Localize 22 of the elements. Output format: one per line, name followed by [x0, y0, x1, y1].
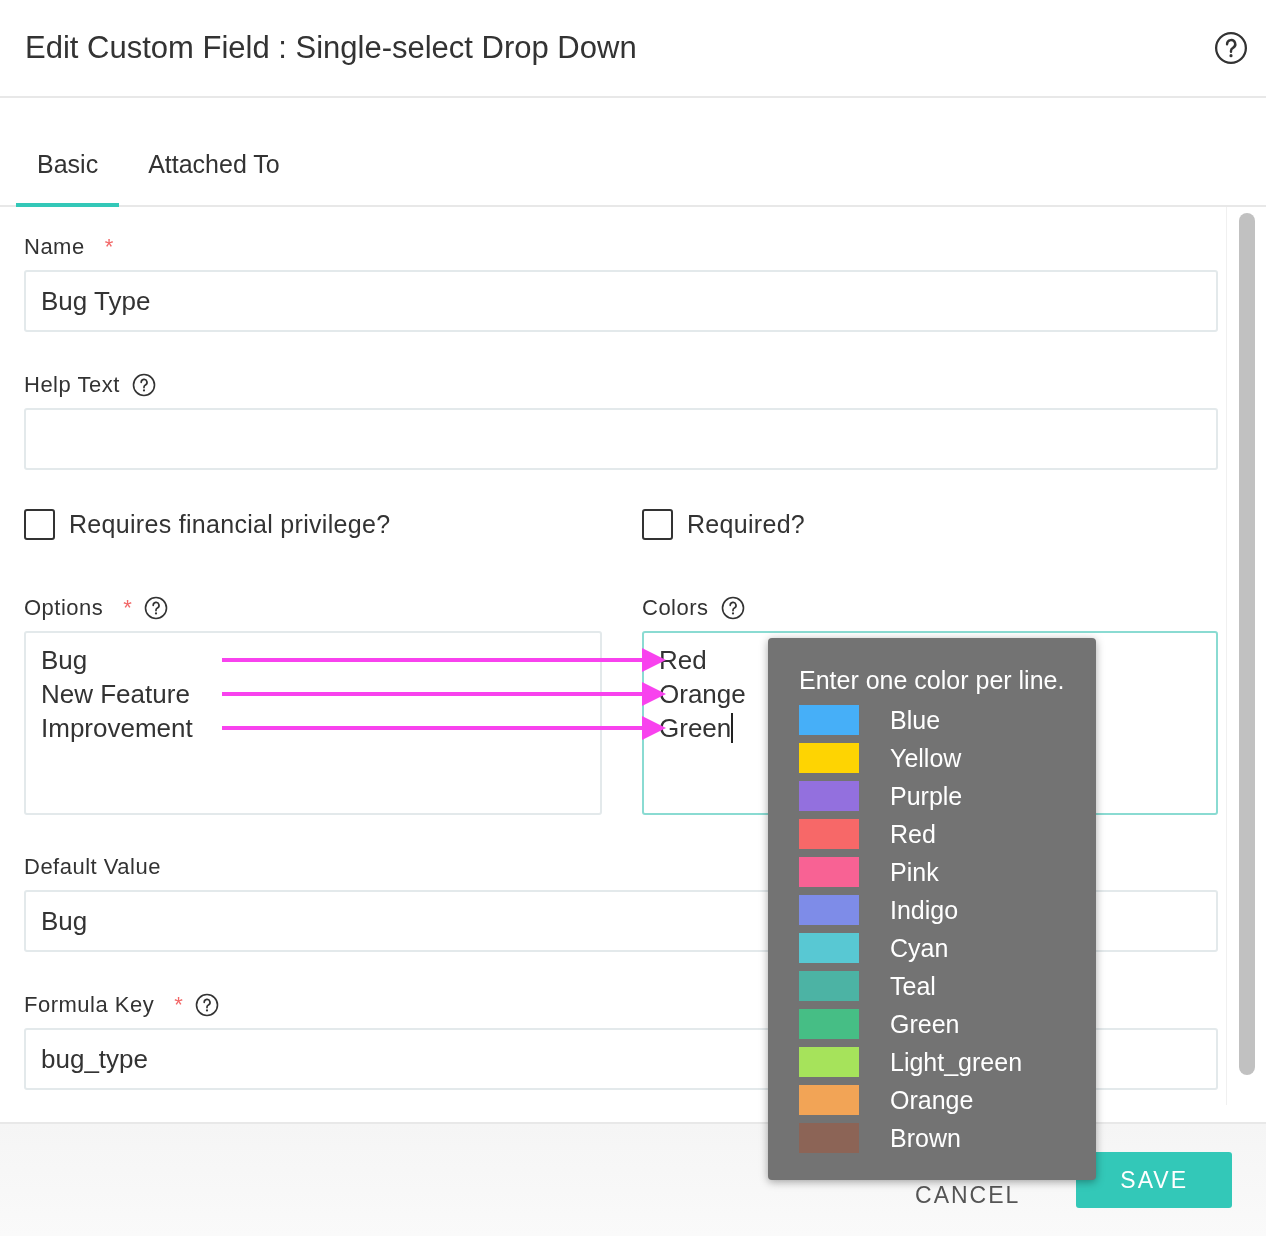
field-label: Formula Key	[24, 992, 155, 1018]
color-name: Brown	[890, 1123, 961, 1153]
color-name: Yellow	[890, 743, 962, 773]
color-name: Blue	[890, 705, 941, 735]
color-name: Light_green	[890, 1047, 1023, 1077]
dialog-title: Edit Custom Field : Single-select Drop Down	[25, 30, 637, 66]
color-name: Teal	[890, 971, 936, 1001]
color-name: Indigo	[890, 895, 959, 925]
field-label: Options	[24, 595, 104, 621]
tooltip-text: Enter one color per line.	[799, 666, 1066, 695]
color-name: Purple	[890, 781, 963, 811]
color-name: Pink	[890, 857, 939, 887]
field-label: Colors	[642, 595, 709, 621]
field-label: Name	[24, 234, 85, 260]
field-label: Help Text	[24, 372, 120, 398]
required-mark: *	[104, 234, 114, 260]
checkbox-label: Requires financial privilege?	[69, 510, 391, 539]
required-mark: *	[123, 595, 132, 621]
color-name: Red	[890, 819, 936, 849]
required-mark: *	[174, 992, 183, 1018]
checkbox-label: Required?	[687, 510, 806, 539]
field-label: Default Value	[24, 854, 161, 880]
